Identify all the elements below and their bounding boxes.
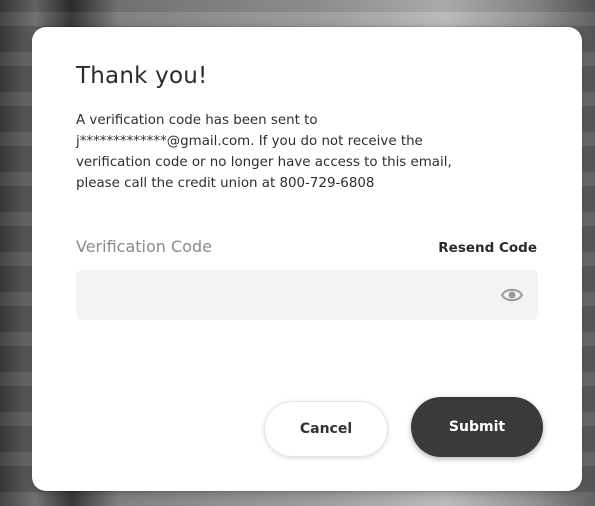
verification-code-field[interactable] xyxy=(76,270,538,320)
message-line: please call the credit union at 800-729-… xyxy=(76,176,375,191)
submit-button[interactable]: Submit xyxy=(411,397,543,457)
resend-code-link[interactable]: Resend Code xyxy=(438,240,537,256)
message-line: verification code or no longer have acce… xyxy=(76,155,452,170)
cancel-button[interactable]: Cancel xyxy=(264,401,388,457)
message-line: j*************@gmail.com. If you do not … xyxy=(76,134,423,149)
dialog-message: A verification code has been sent to j**… xyxy=(76,110,516,194)
dialog-title: Thank you! xyxy=(76,63,208,89)
verification-dialog: Thank you! A verification code has been … xyxy=(32,27,582,491)
eye-icon[interactable] xyxy=(500,284,524,306)
message-line: A verification code has been sent to xyxy=(76,113,318,128)
verification-code-label: Verification Code xyxy=(76,237,212,256)
verification-code-input[interactable] xyxy=(76,270,504,320)
